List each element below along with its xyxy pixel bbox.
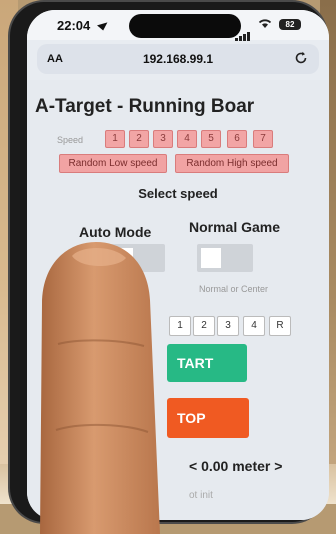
wifi-icon — [258, 19, 272, 28]
normal-game-label: Normal Game — [189, 219, 281, 235]
dynamic-island — [129, 14, 241, 38]
status-text: ot init — [189, 490, 213, 501]
speed-label: Speed — [57, 135, 84, 145]
address-bar[interactable]: AA 192.168.99.1 — [37, 44, 319, 74]
speed-button-5[interactable]: 5 — [201, 130, 221, 148]
speed-button-2[interactable]: 2 — [129, 130, 149, 148]
random-low-speed-button[interactable]: Random Low speed — [59, 154, 167, 173]
start-button[interactable]: TART — [167, 344, 247, 382]
url-text[interactable]: 192.168.99.1 — [37, 52, 319, 66]
position-button-1[interactable]: 1 — [169, 316, 191, 336]
speed-button-6[interactable]: 6 — [227, 130, 247, 148]
speed-button-7[interactable]: 7 — [253, 130, 273, 148]
status-bar: 22:04 82 — [27, 10, 329, 41]
position-button-4[interactable]: 4 — [243, 316, 265, 336]
stop-button[interactable]: TOP — [167, 398, 249, 438]
reload-icon[interactable] — [293, 50, 309, 66]
speed-button-3[interactable]: 3 — [153, 130, 173, 148]
signal-icon — [235, 23, 251, 41]
position-button-r[interactable]: R — [269, 316, 291, 336]
toggle-knob — [201, 248, 221, 268]
select-speed-text: Select speed — [138, 186, 218, 201]
speed-button-4[interactable]: 4 — [177, 130, 197, 148]
mode-hint: Normal or Center — [199, 284, 269, 294]
pointing-finger — [40, 242, 160, 534]
position-button-3[interactable]: 3 — [217, 316, 239, 336]
page-title: A-Target - Running Boar — [35, 96, 255, 117]
random-high-speed-button[interactable]: Random High speed — [175, 154, 289, 173]
distance-readout: < 0.00 meter > — [189, 458, 283, 474]
position-button-2[interactable]: 2 — [193, 316, 215, 336]
speed-button-1[interactable]: 1 — [105, 130, 125, 148]
battery-indicator: 82 — [279, 19, 301, 30]
location-arrow-icon — [97, 18, 109, 31]
status-time: 22:04 — [57, 18, 91, 33]
normal-game-toggle[interactable] — [197, 244, 253, 272]
